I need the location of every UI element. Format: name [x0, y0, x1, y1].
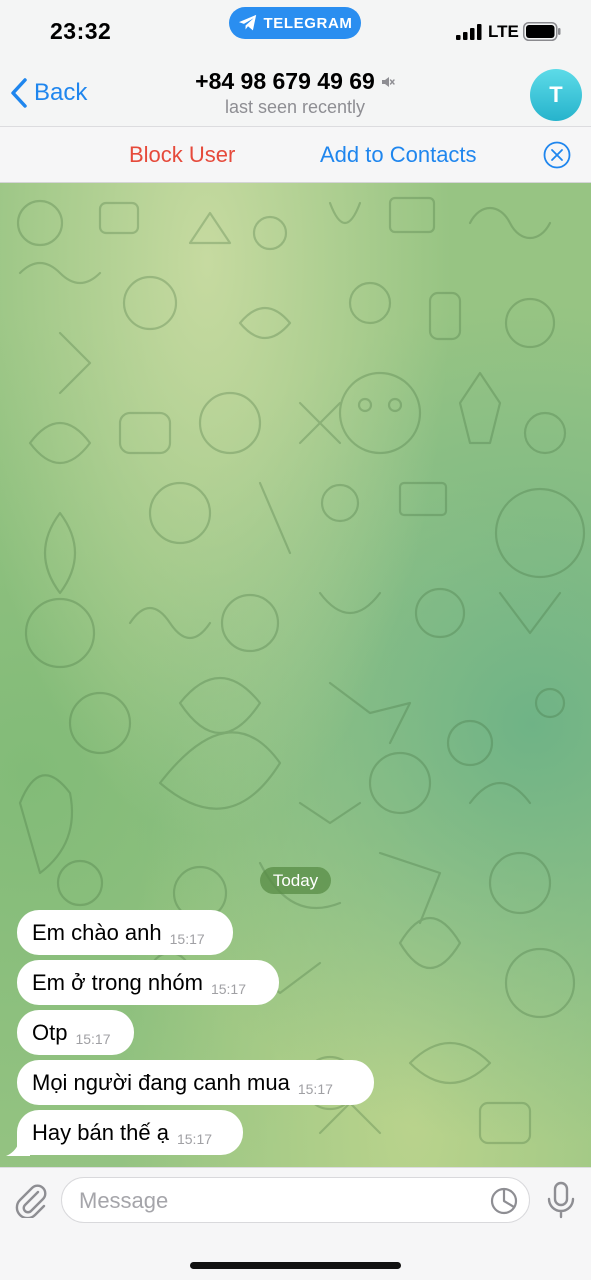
message-text: Hay bán thế ạ: [32, 1120, 169, 1145]
status-bar: 23:32 TELEGRAM LTE: [0, 0, 591, 60]
back-button[interactable]: Back: [10, 78, 87, 108]
muted-speaker-icon: [381, 76, 395, 87]
message-text: Em chào anh: [32, 920, 162, 945]
contact-action-bar: Block User Add to Contacts: [0, 126, 591, 183]
network-type: LTE: [488, 22, 519, 41]
back-label: Back: [34, 79, 88, 106]
message-time: 15:17: [169, 931, 205, 947]
battery-icon: [523, 22, 561, 41]
telegram-pill[interactable]: TELEGRAM: [229, 7, 361, 39]
message-bubble[interactable]: Em chào anh 15:17: [17, 910, 233, 955]
message-bubble[interactable]: Hay bán thế ạ 15:17: [17, 1110, 243, 1155]
chat-nav-bar: Back +84 98 679 49 69 last seen recently…: [0, 60, 591, 126]
home-indicator: [190, 1262, 401, 1269]
message-input[interactable]: [79, 1185, 479, 1217]
signal-icon: [456, 24, 482, 40]
close-icon[interactable]: [543, 141, 571, 169]
add-to-contacts-button[interactable]: Add to Contacts: [320, 142, 477, 168]
telegram-chat-screen: 23:32 TELEGRAM LTE Back +84 98 679 49 69…: [0, 0, 591, 1280]
chat-title-area[interactable]: +84 98 679 49 69 last seen recently: [150, 68, 440, 118]
avatar-initial: T: [549, 82, 563, 107]
header: 23:32 TELEGRAM LTE Back +84 98 679 49 69…: [0, 0, 591, 126]
message-time: 15:17: [297, 1081, 333, 1097]
chat-title: +84 98 679 49 69: [195, 68, 375, 94]
date-separator: Today: [260, 867, 331, 894]
chevron-left-icon: [11, 78, 27, 108]
last-seen-status: last seen recently: [224, 97, 366, 117]
microphone-icon[interactable]: [546, 1181, 576, 1219]
telegram-pill-label: TELEGRAM: [263, 14, 353, 32]
message-bubble[interactable]: Em ở trong nhóm 15:17: [17, 960, 279, 1005]
message-text: Mọi người đang canh mua: [32, 1070, 290, 1095]
message-bubble[interactable]: Otp 15:17: [17, 1010, 134, 1055]
message-time: 15:17: [176, 1131, 213, 1147]
message-text: Otp: [32, 1020, 68, 1045]
status-time: 23:32: [50, 18, 112, 44]
sticker-icon[interactable]: [490, 1187, 518, 1215]
paperclip-icon[interactable]: [14, 1182, 48, 1218]
message-time: 15:17: [210, 981, 246, 997]
message-time: 15:17: [75, 1031, 111, 1047]
message-bubble[interactable]: Mọi người đang canh mua 15:17: [17, 1060, 374, 1105]
message-field[interactable]: [61, 1177, 530, 1223]
block-user-button[interactable]: Block User: [129, 142, 235, 168]
composer-bar: [0, 1167, 591, 1280]
chat-area[interactable]: Today Em chào anh 15:17 Em ở trong nhóm …: [0, 183, 591, 1167]
message-text: Em ở trong nhóm: [32, 970, 203, 995]
avatar[interactable]: T: [530, 69, 582, 121]
telegram-icon: [238, 14, 256, 31]
